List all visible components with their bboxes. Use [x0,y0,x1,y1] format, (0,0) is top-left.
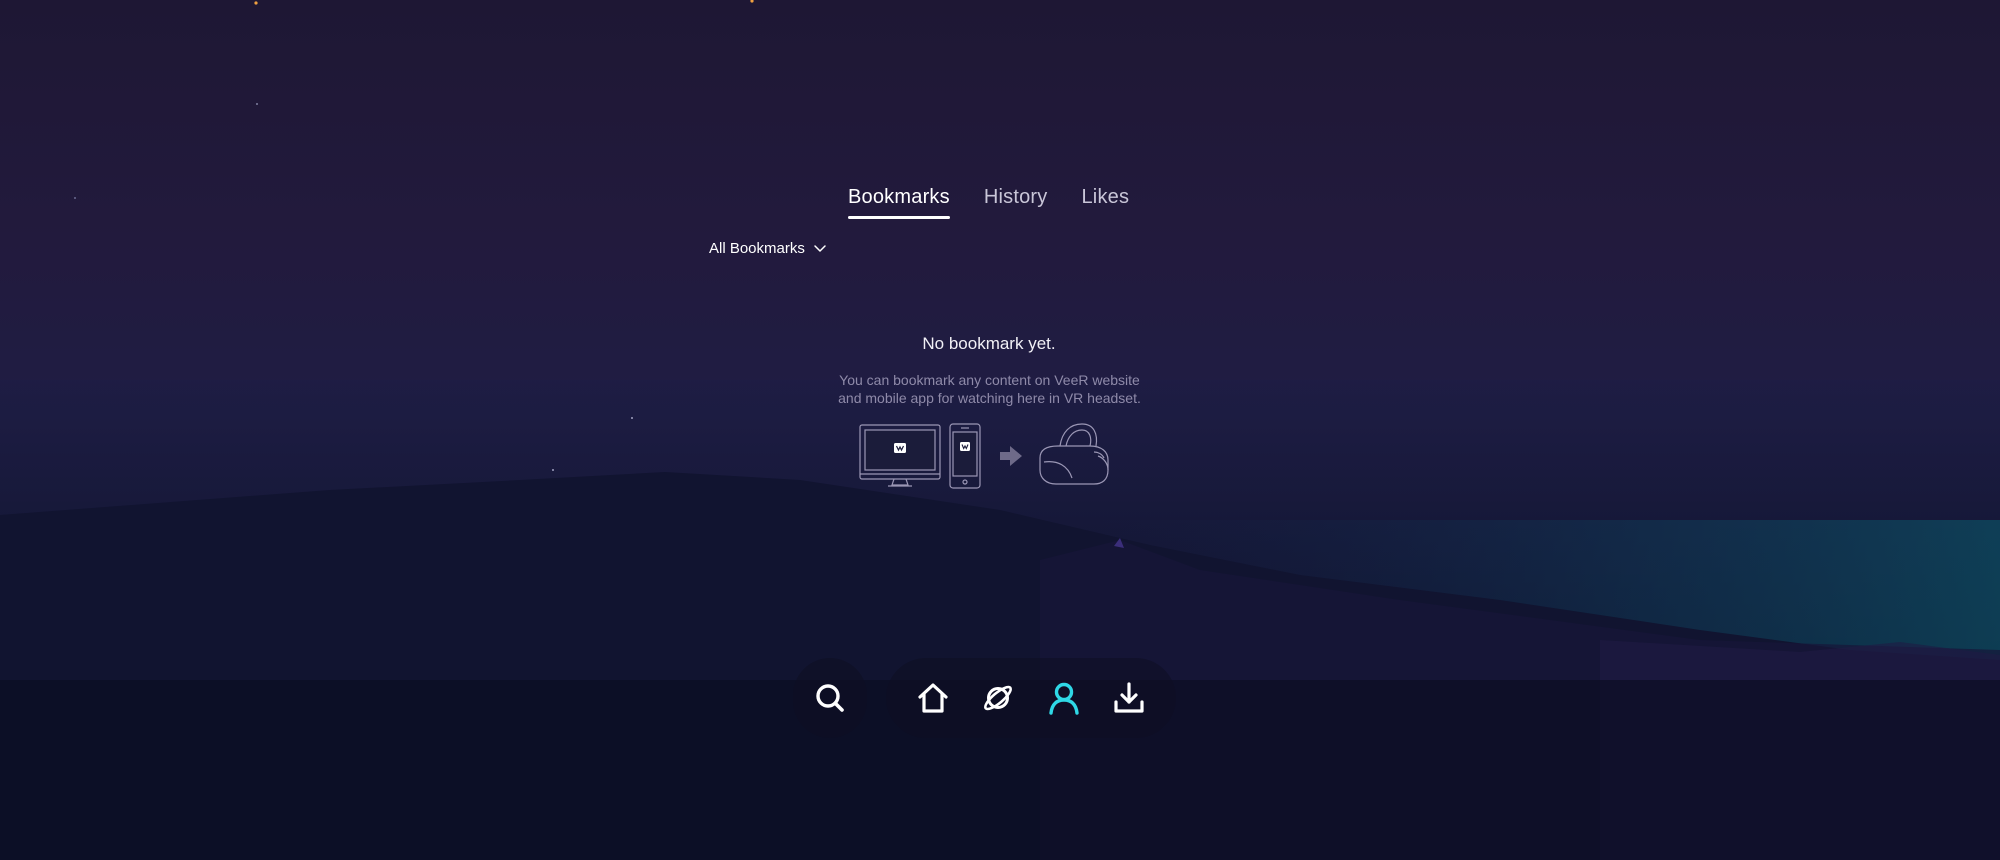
explore-button[interactable] [972,672,1024,724]
bookmark-filter-dropdown[interactable]: All Bookmarks [709,240,827,257]
profile-tabs: Bookmarks History Likes [848,186,1129,219]
empty-state-title: No bookmark yet. [922,334,1056,353]
tab-likes[interactable]: Likes [1081,186,1129,219]
chevron-down-icon [814,244,826,252]
monitor-icon [859,424,941,487]
empty-state-description-line1: You can bookmark any content on VeeR web… [839,372,1140,388]
search-nav [793,658,867,738]
planet-icon [984,685,1013,711]
empty-state-illustration [859,423,1109,489]
search-icon [816,684,844,712]
profile-button[interactable] [1038,672,1090,724]
filter-label: All Bookmarks [709,240,805,257]
home-icon [918,683,948,713]
bottom-nav [886,658,1176,738]
user-icon [1048,682,1079,715]
downloads-button[interactable] [1103,672,1155,724]
search-button[interactable] [804,672,856,724]
phone-icon [949,423,981,489]
vr-headset-icon [1039,423,1109,485]
tab-history[interactable]: History [984,186,1048,219]
empty-state-description-line2: and mobile app for watching here in VR h… [838,390,1141,406]
arrow-right-icon [1000,446,1022,466]
empty-state-description: You can bookmark any content on VeeR web… [812,371,1167,407]
download-icon [1114,682,1144,713]
tab-bookmarks[interactable]: Bookmarks [848,186,950,219]
home-button[interactable] [907,672,959,724]
